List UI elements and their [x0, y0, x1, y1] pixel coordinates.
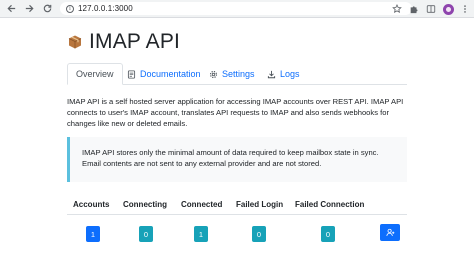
package-icon: [68, 35, 82, 49]
stats-header-row: Accounts Connecting Connected Failed Log…: [67, 194, 407, 215]
header-accounts: Accounts: [73, 200, 110, 209]
address-bar[interactable]: i 127.0.0.1:3000: [60, 2, 412, 15]
extensions-icon[interactable]: [407, 2, 421, 16]
split-view-icon[interactable]: [424, 2, 438, 16]
connecting-count-badge: 0: [139, 226, 153, 242]
page-title: IMAP API: [89, 30, 181, 53]
profile-avatar[interactable]: [441, 2, 455, 16]
header-failed-connection: Failed Connection: [295, 200, 365, 209]
failed-connection-count-badge: 0: [321, 226, 335, 242]
tab-label: Logs: [280, 69, 300, 79]
accounts-count-badge: 1: [86, 226, 100, 242]
browser-toolbar: i 127.0.0.1:3000: [0, 0, 474, 18]
tab-settings[interactable]: Settings: [209, 63, 255, 85]
document-icon: [127, 69, 136, 79]
add-user-icon: [385, 228, 394, 237]
tab-overview[interactable]: Overview: [67, 63, 123, 85]
connected-count-badge: 1: [194, 226, 208, 242]
download-icon: [267, 70, 276, 79]
forward-icon[interactable]: [22, 2, 36, 16]
tab-label: Settings: [222, 69, 255, 79]
gear-icon: [209, 70, 218, 79]
browser-menu-icon[interactable]: [458, 2, 472, 16]
page-header: IMAP API: [67, 30, 180, 54]
tab-label: Overview: [76, 69, 114, 79]
stats-table: Accounts Connecting Connected Failed Log…: [67, 194, 407, 245]
site-info-icon[interactable]: i: [66, 4, 74, 13]
bookmark-star-icon[interactable]: [390, 2, 404, 16]
failed-login-count-badge: 0: [252, 226, 266, 242]
tab-bar: Overview Documentation Settings Logs: [67, 63, 407, 85]
tab-label: Documentation: [140, 69, 201, 79]
add-account-button[interactable]: [380, 224, 400, 241]
privacy-callout: IMAP API stores only the minimal amount …: [67, 137, 407, 182]
header-failed-login: Failed Login: [236, 200, 284, 209]
stats-value-row: 1 0 1 0 0: [67, 215, 407, 245]
tab-logs[interactable]: Logs: [267, 63, 300, 85]
tab-documentation[interactable]: Documentation: [127, 63, 201, 85]
header-connected: Connected: [181, 200, 223, 209]
back-icon[interactable]: [4, 2, 18, 16]
intro-text: IMAP API is a self hosted server applica…: [67, 97, 404, 128]
callout-text: IMAP API stores only the minimal amount …: [82, 148, 379, 168]
reload-icon[interactable]: [40, 2, 54, 16]
header-connecting: Connecting: [123, 200, 167, 209]
url-text: 127.0.0.1:3000: [78, 4, 133, 13]
